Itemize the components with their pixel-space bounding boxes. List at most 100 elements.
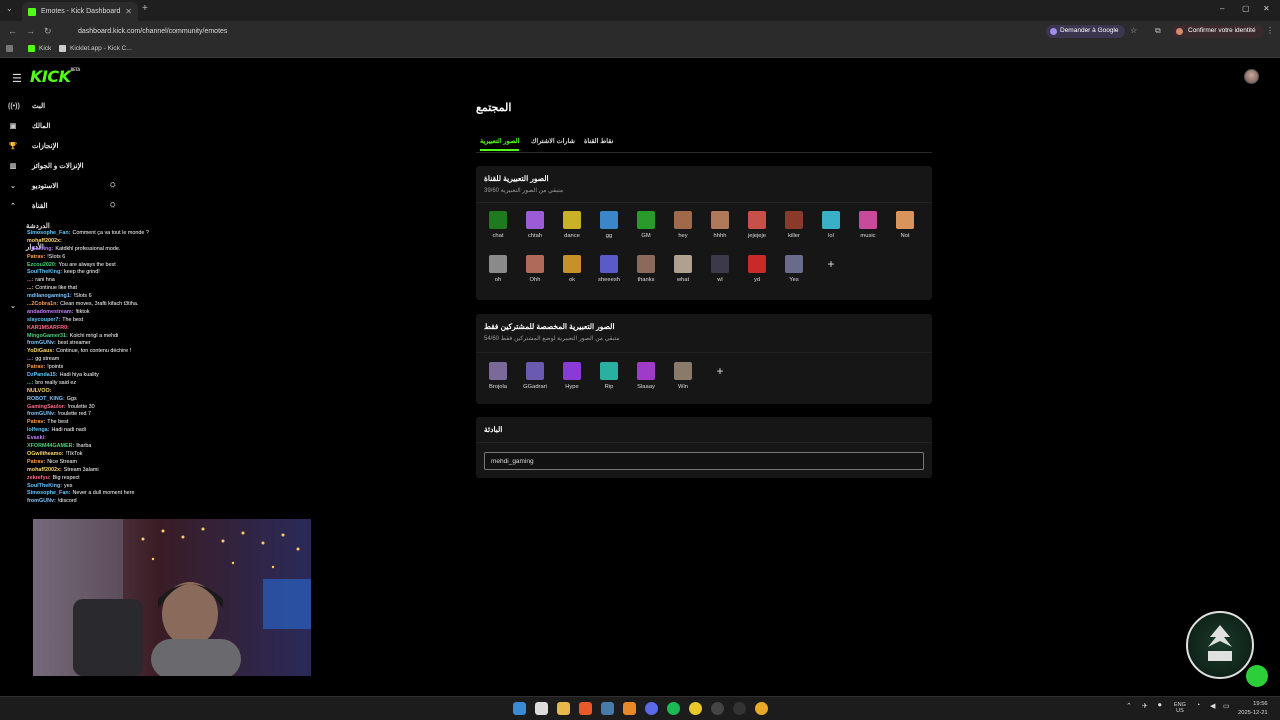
obs-icon[interactable]	[733, 702, 746, 715]
chat-username[interactable]: GamingSaulor:	[27, 404, 66, 410]
chat-bubble-icon[interactable]	[1246, 665, 1268, 687]
sidebar-item-studio[interactable]: ⌄ الاستوديو	[8, 182, 58, 190]
emote-item[interactable]: Not	[892, 211, 918, 239]
chat-username[interactable]: Patrav:	[27, 254, 45, 260]
emote-item[interactable]: hey	[670, 211, 696, 239]
chat-username[interactable]: YoDiGaus:	[27, 348, 54, 354]
extensions-icon[interactable]: ⧉	[1155, 26, 1161, 36]
url-field[interactable]: dashboard.kick.com/channel/community/emo…	[62, 24, 1142, 39]
chat-username[interactable]: mohaff2002x:	[27, 238, 62, 244]
emote-item[interactable]: GGadrari	[522, 362, 548, 390]
tab-sub-badges[interactable]: شارات الاشتراك	[531, 137, 575, 145]
chat-username[interactable]: Evaski:	[27, 435, 46, 441]
emote-item[interactable]: hhhh	[707, 211, 733, 239]
capcut-icon[interactable]	[711, 702, 724, 715]
emote-item[interactable]: sheeesh	[596, 255, 622, 283]
forward-icon[interactable]: →	[26, 26, 35, 36]
chat-username[interactable]: ...:	[27, 285, 33, 291]
chat-username[interactable]: mdilanogaming1:	[27, 293, 72, 299]
emote-item[interactable]: killer	[781, 211, 807, 239]
chat-username[interactable]: ROBOT_KING:	[27, 396, 65, 402]
browser-tab[interactable]: Emotes - Kick Dashboard ✕	[22, 2, 138, 21]
menu-icon[interactable]: ⋮	[1266, 26, 1274, 35]
sidebar-item-channel[interactable]: ⌃ القناة	[8, 202, 47, 210]
emote-item[interactable]: what	[670, 255, 696, 283]
emote-item[interactable]: Win	[670, 362, 696, 390]
emote-item[interactable]: GM	[633, 211, 659, 239]
tray-app-icon[interactable]: ✈	[1142, 702, 1148, 710]
minimize-icon[interactable]: –	[1220, 4, 1224, 13]
close-tab-icon[interactable]: ✕	[125, 7, 132, 16]
sidebar-item-achievements[interactable]: 🏆 الإنجازات	[8, 142, 59, 150]
emote-item[interactable]: Hype	[559, 362, 585, 390]
chat-username[interactable]: Simosophe_Fan:	[27, 490, 70, 496]
clock[interactable]: 19:56 2025-12-21	[1238, 700, 1268, 718]
sidebar-item-drops[interactable]: ▥ الإنزالات و الجوائز	[8, 162, 84, 170]
chat-username[interactable]: Patrav:	[27, 364, 45, 370]
chat-username[interactable]: Patrav:	[27, 419, 45, 425]
discord-icon[interactable]	[645, 702, 658, 715]
chat-username[interactable]: Patrav:	[27, 459, 45, 465]
tray-chevron-icon[interactable]: ⌃	[1126, 702, 1132, 710]
emote-item[interactable]: Yes	[781, 255, 807, 283]
chat-username[interactable]: ...2Cobra1n:	[27, 301, 58, 307]
bookmark-star-icon[interactable]: ☆	[1130, 26, 1137, 35]
chat-username[interactable]: slaycouper7:	[27, 317, 60, 323]
emote-item[interactable]: yd	[744, 255, 770, 283]
tray-mic-icon[interactable]: ⏺	[1158, 702, 1162, 710]
chat-username[interactable]: ...Gaming:	[27, 246, 53, 252]
sidebar-item-broadcast[interactable]: ((•)) البث	[8, 102, 45, 111]
kick-logo[interactable]: KICKBETA	[30, 67, 80, 86]
vlc-icon[interactable]	[623, 702, 636, 715]
emote-item[interactable]: dance	[559, 211, 585, 239]
emote-item[interactable]: music	[855, 211, 881, 239]
chat-username[interactable]: ...:	[27, 277, 33, 283]
chat-username[interactable]: SoulTheKing:	[27, 269, 62, 275]
close-window-icon[interactable]: ✕	[1263, 4, 1270, 13]
emote-item[interactable]: Slaaay	[633, 362, 659, 390]
emote-item[interactable]: ok	[559, 255, 585, 283]
add-emote-button[interactable]: +	[707, 362, 733, 380]
tab-search-icon[interactable]: ⌄	[6, 4, 13, 13]
brave-icon[interactable]	[579, 702, 592, 715]
back-icon[interactable]: ←	[8, 26, 17, 36]
bookmark-kick[interactable]: Kick	[28, 45, 51, 52]
steam-icon[interactable]	[601, 702, 614, 715]
chat-username[interactable]: MingoGamer31:	[27, 333, 68, 339]
chat-username[interactable]: ...:	[27, 356, 33, 362]
task-view-icon[interactable]	[535, 702, 548, 715]
chat-username[interactable]: DzPanda15:	[27, 372, 58, 378]
sidebar-subitem-chat[interactable]: الدردشة	[26, 222, 50, 230]
spotify-icon[interactable]	[667, 702, 680, 715]
chat-username[interactable]: Simosophe_Fan:	[27, 230, 70, 236]
chrome-active-icon[interactable]	[755, 702, 768, 715]
chrome-icon[interactable]	[689, 702, 702, 715]
chat-username[interactable]: fromGUNv:	[27, 340, 56, 346]
emote-item[interactable]: chtah	[522, 211, 548, 239]
apps-icon[interactable]	[6, 45, 17, 52]
reload-icon[interactable]: ↻	[44, 26, 52, 37]
chat-username[interactable]: fromGUNv:	[27, 498, 56, 504]
chat-username[interactable]: andadomestream:	[27, 309, 73, 315]
chat-username[interactable]: XFORM44GAMER:	[27, 443, 74, 449]
prefix-input[interactable]: mehdi_gaming	[484, 452, 924, 470]
chat-username[interactable]: KAR1M5ARFR0:	[27, 325, 69, 331]
emote-item[interactable]: oh	[485, 255, 511, 283]
emote-item[interactable]: gg	[596, 211, 622, 239]
emote-item[interactable]: jejejeje	[744, 211, 770, 239]
emote-item[interactable]: chat	[485, 211, 511, 239]
bookmark-kicklet[interactable]: Kicklet.app - Kick C...	[59, 45, 132, 52]
emote-item[interactable]: lol	[818, 211, 844, 239]
new-tab-icon[interactable]: +	[142, 3, 148, 14]
sidebar-item-owner[interactable]: ▣ المالك	[8, 122, 51, 130]
chat-username[interactable]: zekrefyu:	[27, 475, 51, 481]
tab-channel-points[interactable]: نقاط القناة	[584, 137, 613, 145]
chat-username[interactable]: lolfenga:	[27, 427, 49, 433]
volume-icon[interactable]: ◀	[1210, 702, 1215, 710]
tab-emotes[interactable]: الصور التعبيرية	[480, 137, 520, 151]
chat-username[interactable]: ...:	[27, 380, 33, 386]
chat-username[interactable]: OGwiltheamo:	[27, 451, 64, 457]
emote-item[interactable]: thanks	[633, 255, 659, 283]
channel-settings-icon[interactable]: ⛭	[110, 202, 116, 210]
wifi-icon[interactable]: ◔	[1196, 702, 1200, 709]
